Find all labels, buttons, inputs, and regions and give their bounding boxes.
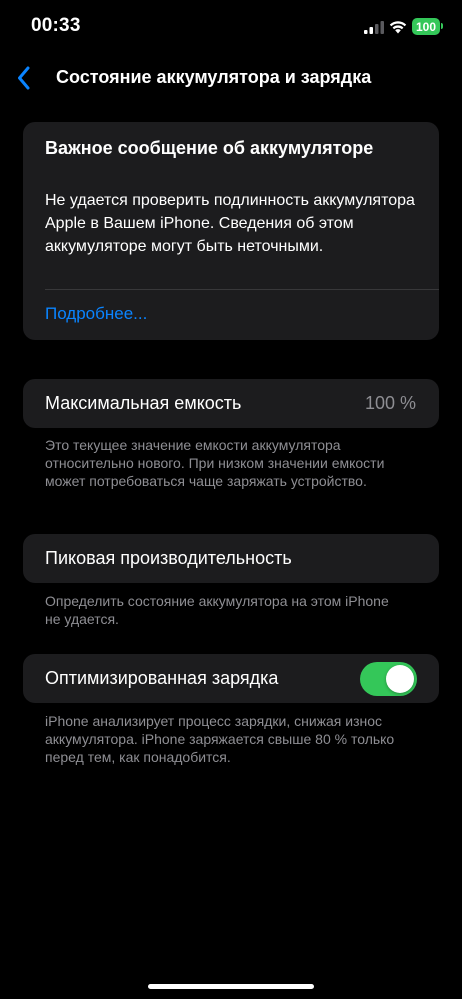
optimized-charging-label: Оптимизированная зарядка (45, 668, 279, 688)
status-bar: 00:33 100 (0, 0, 462, 56)
battery-icon: 100 (412, 18, 440, 35)
peak-performance-label: Пиковая производительность (45, 548, 292, 568)
wifi-icon (389, 21, 407, 34)
alert-body: Не удается проверить подлинность аккумул… (45, 192, 415, 255)
maximum-capacity-label: Максимальная емкость (45, 393, 242, 413)
peak-performance-row: Пиковая производительность (23, 534, 439, 583)
optimized-charging-toggle[interactable] (360, 662, 417, 696)
divider (45, 289, 439, 290)
maximum-capacity-note: Это текущее значение емкости аккумулятор… (45, 437, 385, 489)
maximum-capacity-value: 100 % (364, 393, 416, 413)
battery-alert-card: Важное сообщение об аккумуляторе Не удае… (23, 122, 439, 340)
peak-performance-note: Определить состояние аккумулятора на это… (45, 593, 389, 627)
page-title: Состояние аккумулятора и зарядка (56, 67, 372, 87)
back-button[interactable] (10, 64, 38, 92)
learn-more-link[interactable]: Подробнее... (45, 304, 147, 324)
optimized-charging-row: Оптимизированная зарядка (23, 654, 439, 703)
nav-bar: Состояние аккумулятора и зарядка (0, 56, 462, 100)
optimized-charging-note: iPhone анализирует процесс зарядки, сниж… (45, 713, 395, 765)
maximum-capacity-row: Максимальная емкость 100 % (23, 379, 439, 428)
chevron-left-icon (18, 66, 30, 90)
battery-tip (441, 23, 443, 29)
home-indicator[interactable] (148, 984, 314, 989)
alert-title: Важное сообщение об аккумуляторе (45, 138, 374, 158)
toggle-knob (386, 665, 414, 693)
signal-icon (364, 21, 384, 34)
battery-level: 100 (415, 19, 437, 34)
status-time: 00:33 (31, 15, 81, 36)
